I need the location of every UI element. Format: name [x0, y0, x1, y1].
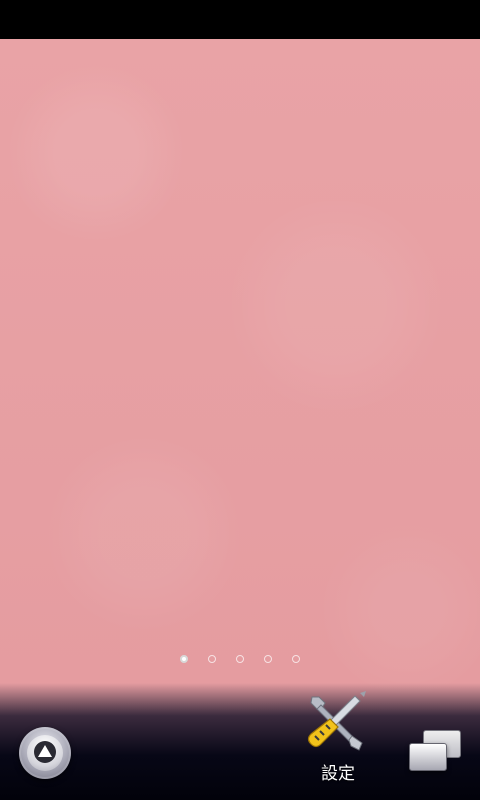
page-indicator	[170, 652, 310, 666]
page-dot-1	[180, 655, 188, 663]
recent-window-front-icon	[409, 743, 447, 771]
app-drawer-button[interactable]	[19, 727, 71, 779]
settings-shortcut[interactable]: 設定	[297, 689, 379, 787]
recent-apps-button[interactable]	[405, 728, 463, 772]
page-dot-4	[264, 655, 272, 663]
status-bar	[0, 0, 480, 39]
page-dot-3	[236, 655, 244, 663]
up-arrow-icon	[34, 741, 56, 763]
page-dot-5	[292, 655, 300, 663]
settings-shortcut-label: 設定	[321, 764, 355, 784]
settings-wrench-screwdriver-icon	[307, 691, 366, 751]
page-dot-2	[208, 655, 216, 663]
